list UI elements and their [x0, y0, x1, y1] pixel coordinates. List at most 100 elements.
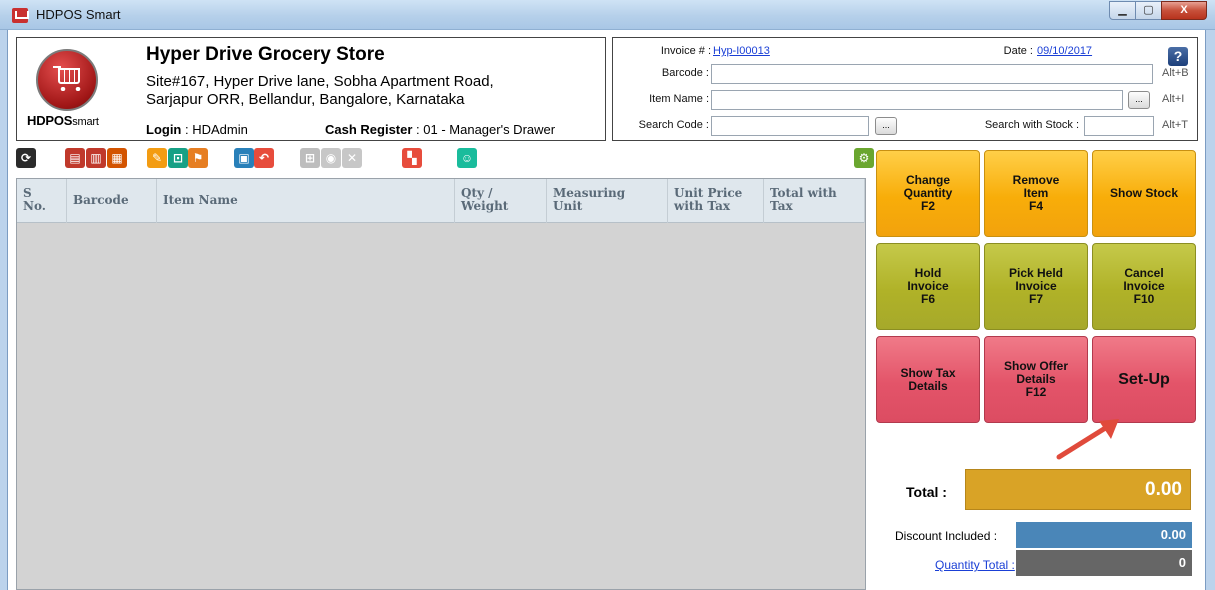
window-title: HDPOS Smart	[36, 7, 121, 22]
show-tax-line1: Show Tax	[900, 365, 956, 380]
total-value: 0.00	[965, 469, 1191, 510]
search-code-input[interactable]	[711, 116, 869, 136]
hold-invoice-button[interactable]: Hold Invoice F6	[876, 243, 980, 330]
remove-item-label: Remove Item F4	[1013, 174, 1060, 213]
grid-column-header[interactable]: Qty / Weight	[455, 179, 547, 223]
apps-icon[interactable]: ▚	[402, 148, 422, 168]
grid-column-header[interactable]: Measuring Unit	[547, 179, 668, 223]
store-info-panel: HDPOSsmart Hyper Drive Grocery Store Sit…	[16, 37, 606, 141]
copy-report-icon[interactable]: ▥	[86, 148, 106, 168]
toolbar: ⟳ ▤ ▥ ▦ ✎ ⊡ ⚑ ▣ ↶ ⊞ ◉ ✕ ▚ ☺ ⚙	[16, 147, 874, 175]
report-icon[interactable]: ▤	[65, 148, 85, 168]
grid-column-header[interactable]: Barcode	[67, 179, 157, 223]
edit-list-icon[interactable]: ✎	[147, 148, 167, 168]
cancel-invoice-button[interactable]: Cancel Invoice F10	[1092, 243, 1196, 330]
logo-text: HDPOSsmart	[27, 113, 99, 128]
date-link[interactable]: 09/10/2017	[1037, 45, 1092, 57]
close-button[interactable]: X	[1161, 1, 1207, 20]
invoice-number-label: Invoice # :	[660, 45, 711, 57]
barcode-input[interactable]	[711, 64, 1153, 84]
grid-header: S No. Barcode Item Name Qty / Weight Measuring…	[17, 179, 865, 223]
logo-brand: HDPOS	[27, 113, 73, 128]
calculator-icon[interactable]: ⊞	[300, 148, 320, 168]
grid-column-header[interactable]: S No.	[17, 179, 67, 223]
column-header-line2: with Tax	[674, 199, 731, 213]
logo-brand-sub: smart	[72, 116, 99, 128]
column-header-line2: Tax	[770, 199, 793, 213]
settings-gear-icon[interactable]: ⚙	[854, 148, 874, 168]
cash-register-value: : 01 - Manager's Drawer	[416, 122, 556, 137]
grid-column-header[interactable]: Total with Tax	[764, 179, 865, 223]
customer-icon[interactable]: ☺	[457, 148, 477, 168]
return-icon[interactable]: ↶	[254, 148, 274, 168]
grid-column-header[interactable]: Item Name	[157, 179, 455, 223]
cart-icon[interactable]: ⊡	[168, 148, 188, 168]
cash-register-info: Cash Register : 01 - Manager's Drawer	[325, 122, 555, 137]
window-border-left	[0, 30, 8, 590]
help-button[interactable]: ?	[1168, 47, 1188, 66]
show-offer-shortcut: F12	[1025, 385, 1047, 399]
window-controls: ▁ ▢ X	[1109, 1, 1207, 20]
items-grid[interactable]: S No. Barcode Item Name Qty / Weight Measuring…	[16, 178, 866, 590]
store-address-line1: Site#167, Hyper Drive lane, Sobha Apartm…	[146, 73, 494, 90]
column-header-line2: Unit	[553, 199, 583, 213]
coupon-icon[interactable]: ◉	[321, 148, 341, 168]
setup-button[interactable]: Set-Up	[1092, 336, 1196, 423]
remove-item-button[interactable]: Remove Item F4	[984, 150, 1088, 237]
hold-invoice-label: Hold Invoice F6	[907, 267, 948, 306]
column-header-line2: Weight	[461, 199, 509, 213]
change-quantity-button[interactable]: Change Quantity F2	[876, 150, 980, 237]
export-report-icon[interactable]: ▦	[107, 148, 127, 168]
column-header-line2: No.	[23, 199, 46, 213]
barcode-label: Barcode :	[661, 67, 709, 79]
pick-held-invoice-label: Pick Held Invoice F7	[1009, 267, 1063, 306]
total-label: Total :	[906, 484, 947, 500]
app-cart-icon	[12, 8, 29, 23]
quantity-total-link[interactable]: Quantity Total :	[935, 558, 1015, 572]
payment-icon[interactable]: ▣	[234, 148, 254, 168]
maximize-button[interactable]: ▢	[1135, 1, 1162, 20]
pick-held-invoice-button[interactable]: Pick Held Invoice F7	[984, 243, 1088, 330]
show-stock-label: Show Stock	[1109, 186, 1178, 200]
item-name-browse-button[interactable]: ...	[1128, 91, 1150, 109]
search-code-browse-button[interactable]: ...	[875, 117, 897, 135]
cash-register-label: Cash Register	[325, 122, 413, 137]
invoice-number-link[interactable]: Hyp-I00013	[713, 45, 770, 57]
login-info: Login : HDAdmin	[146, 122, 248, 137]
column-header-line1: Item Name	[163, 193, 238, 207]
item-name-label: Item Name :	[649, 93, 709, 105]
cancel-invoice-label: Cancel Invoice F10	[1123, 267, 1164, 306]
show-tax-details-button[interactable]: Show Tax Details	[876, 336, 980, 423]
barcode-shortcut: Alt+B	[1162, 67, 1189, 79]
store-address: Site#167, Hyper Drive lane, Sobha Apartm…	[146, 73, 586, 109]
invoice-panel: Invoice # : Hyp-I00013 Date : 09/10/2017…	[612, 37, 1198, 141]
pick-held-shortcut: F7	[1028, 292, 1043, 306]
refresh-icon[interactable]: ⟳	[16, 148, 36, 168]
search-stock-label: Search with Stock :	[984, 119, 1079, 131]
remove-item-shortcut: F4	[1028, 199, 1043, 213]
void-icon[interactable]: ✕	[342, 148, 362, 168]
delivery-icon[interactable]: ⚑	[188, 148, 208, 168]
search-code-label: Search Code :	[638, 119, 709, 131]
show-offer-details-button[interactable]: Show Offer Details F12	[984, 336, 1088, 423]
show-tax-line2: Details	[908, 378, 948, 393]
date-label: Date :	[1003, 45, 1033, 57]
search-stock-input[interactable]	[1084, 116, 1154, 136]
minimize-button[interactable]: ▁	[1109, 1, 1136, 20]
show-offer-details-label: Show Offer Details F12	[1004, 360, 1068, 399]
login-value: : HDAdmin	[185, 122, 248, 137]
login-label: Login	[146, 122, 182, 137]
show-tax-details-label: Show Tax Details	[900, 365, 956, 393]
window-titlebar: HDPOS Smart ▁ ▢ X	[0, 0, 1215, 30]
store-name: Hyper Drive Grocery Store	[146, 44, 385, 65]
grid-column-header[interactable]: Unit Price with Tax	[668, 179, 764, 223]
discount-label: Discount Included :	[895, 529, 998, 543]
show-stock-button[interactable]: Show Stock	[1092, 150, 1196, 237]
window-border-right	[1205, 30, 1215, 590]
change-quantity-label: Change Quantity F2	[904, 174, 953, 213]
item-name-input[interactable]	[711, 90, 1123, 110]
item-name-shortcut: Alt+I	[1162, 93, 1185, 105]
store-address-line2: Sarjapur ORR, Bellandur, Bangalore, Karn…	[146, 91, 465, 108]
search-shortcut: Alt+T	[1162, 119, 1188, 131]
store-logo	[36, 49, 98, 111]
